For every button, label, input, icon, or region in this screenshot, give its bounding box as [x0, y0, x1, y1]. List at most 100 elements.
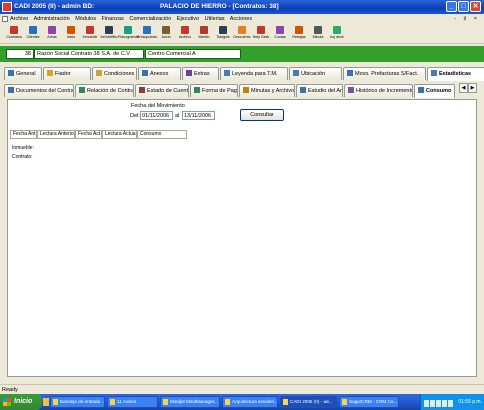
app-window-icon	[163, 399, 168, 405]
tray-antivirus-icon[interactable]	[436, 400, 441, 407]
tab-documentos-del-contrato[interactable]: Documentos del Contrato	[4, 84, 74, 97]
tray-network-icon[interactable]	[430, 400, 435, 407]
column-fecha-ant[interactable]: Fecha Ant.	[10, 130, 37, 139]
menu-modulos[interactable]: Módulos	[75, 16, 96, 22]
toolbar-button-3[interactable]: Inicio	[61, 25, 81, 43]
tab-condiciones[interactable]: Condiciones	[92, 67, 137, 80]
tab-hist-rico-de-incrementos[interactable]: Histórico de Incrementos	[344, 84, 413, 97]
tab-label: Fiador	[55, 71, 71, 77]
app-window-icon	[53, 399, 58, 405]
menu-acciones[interactable]: Acciones	[230, 16, 252, 22]
toolbar-button-17[interactable]: hoj deck	[327, 25, 347, 43]
tab-extras[interactable]: Extras	[182, 67, 219, 80]
toolbar-button-9[interactable]: Archivo	[175, 25, 195, 43]
toolbar-button-5[interactable]: InmobMtto	[99, 25, 119, 43]
app-icon[interactable]	[2, 2, 12, 12]
tab-leyenda-para-t-m[interactable]: Leyenda para T.M.	[220, 67, 288, 80]
close-button[interactable]: ✕	[470, 1, 481, 12]
toolbar-button-8[interactable]: Juicio	[156, 25, 176, 43]
filter-title: Fecha del Movimiento	[131, 103, 185, 109]
tab-estad-sticas[interactable]: Estadísticas	[427, 67, 484, 81]
start-button[interactable]: Inicio	[0, 394, 42, 410]
taskbar-item-4[interactable]: CADI 2005 (II) - ad...	[280, 396, 337, 408]
toolbar-button-13[interactable]: Help Desk	[251, 25, 271, 43]
stats-icon	[431, 70, 437, 76]
contract-number-field[interactable]: 38	[6, 49, 34, 59]
menu-archivo[interactable]: Archivo	[10, 16, 28, 22]
legend-icon	[224, 70, 230, 76]
column-lectura-actual[interactable]: Lectura Actual	[102, 130, 137, 139]
taskbar-item-label: CADI 2005 (II) - ad...	[290, 399, 333, 404]
taskbar-item-3[interactable]: Arquitectura sesaleri...	[222, 396, 278, 408]
to-date-input[interactable]	[182, 111, 215, 120]
tray-update-icon[interactable]	[448, 400, 453, 407]
minimize-button[interactable]: _	[446, 1, 457, 12]
menu-ejecutivo[interactable]: Ejecutivo	[177, 16, 199, 22]
mdi-window-controls[interactable]: - ♯ ×	[454, 14, 480, 24]
taskbar-item-1[interactable]: 11 Avisos	[107, 396, 158, 408]
app-window-icon	[225, 399, 230, 405]
tab-label: Extras	[194, 71, 210, 77]
quick-launch-icon[interactable]	[43, 398, 49, 406]
tray-messenger-icon[interactable]	[442, 400, 447, 407]
tab-general[interactable]: General	[4, 67, 42, 80]
toolbar-button-12[interactable]: Descuento	[232, 25, 252, 43]
discount-icon	[238, 26, 246, 34]
toolbar-button-7[interactable]: Presupuesto	[137, 25, 157, 43]
tab-minutas-y-archivos[interactable]: Minutas y Archivos	[239, 84, 295, 97]
general-icon	[8, 70, 14, 76]
menu-comercializacion[interactable]: Comercialización	[129, 16, 171, 22]
tray-volume-icon[interactable]	[424, 400, 429, 407]
help-icon	[257, 26, 265, 34]
grid-body[interactable]: Inmueble: Contrato:	[10, 139, 476, 375]
from-date-input[interactable]	[140, 111, 173, 120]
tab-estado-de-cuenta[interactable]: Estado de Cuenta	[135, 84, 189, 97]
toolbar-button-label: Mantto	[198, 35, 210, 39]
tab-ubicaci-n[interactable]: Ubicación	[289, 67, 342, 80]
column-consumo[interactable]: Consumo	[137, 130, 187, 139]
toolbar-button-label: Inmueble	[82, 35, 98, 39]
toolbar-button-10[interactable]: Mantto	[194, 25, 214, 43]
menu-administracion[interactable]: Administración	[34, 16, 70, 22]
toolbar-button-16[interactable]: Minuta	[308, 25, 328, 43]
app-window-icon	[283, 399, 288, 405]
tab-relaci-n-de-contratos[interactable]: Relación de Contratos	[75, 84, 134, 97]
toolbar-button-14[interactable]: Cuotas	[270, 25, 290, 43]
toolbar-button-2[interactable]: Areas	[42, 25, 62, 43]
toolbar-button-0[interactable]: Contratos	[4, 25, 24, 43]
menu-utilerias[interactable]: Utilerias	[205, 16, 225, 22]
taskbar-item-2[interactable]: Mindjet MindManager...	[160, 396, 220, 408]
toolbar-button-15[interactable]: Rebajas	[289, 25, 309, 43]
toolbar-button-1[interactable]: Clientes	[23, 25, 43, 43]
centro-comercial-field[interactable]: Centro Comercial A	[145, 49, 241, 59]
toolbar-button-11[interactable]: Tianguis	[213, 25, 233, 43]
menu-finanzas[interactable]: Finanzas	[102, 16, 124, 22]
taskbar-item-0[interactable]: Bandeja de entrada -...	[50, 396, 105, 408]
account-statement-icon	[139, 87, 145, 93]
window-document-title: PALACIO DE HIERRO - [Contratos: 38]	[160, 3, 279, 10]
maximize-button[interactable]: □	[458, 1, 469, 12]
taskbar-item-5[interactable]: SugarCRM - CRM Co...	[339, 396, 399, 408]
tab-estudio-del-area[interactable]: Estudio del Area	[296, 84, 343, 97]
tab-label: Condiciones	[104, 71, 135, 77]
toolbar-button-label: Areas	[47, 35, 57, 39]
column-lectura-anterior[interactable]: Lectura Anterior	[37, 130, 75, 139]
clock[interactable]: 01:55 p.m.	[458, 394, 482, 410]
tab-movs-prefacturas-s-fact[interactable]: Movs. Prefacturas S/Fact.	[343, 67, 426, 80]
maintenance-icon	[105, 26, 113, 34]
title-bar: CADI 2005 (II) - admin BD: PALACIO DE HI…	[0, 0, 484, 14]
document-icon[interactable]	[2, 16, 8, 22]
windows-logo-icon	[3, 398, 11, 406]
consultar-button[interactable]: Consultar	[240, 109, 284, 121]
tab-fiador[interactable]: Fiador	[43, 67, 91, 80]
column-fecha-act[interactable]: Fecha Act.	[75, 130, 102, 139]
tab-scroll-right-button[interactable]: ▶	[468, 83, 477, 93]
tab-forma-de-pago[interactable]: Forma de Pago	[190, 84, 238, 97]
tab-scroll-left-button[interactable]: ◀	[459, 83, 468, 93]
tab-consumo[interactable]: Consumo	[414, 84, 455, 98]
toolbar-button-label: Inicio	[66, 35, 76, 39]
toolbar-button-4[interactable]: Inmueble	[80, 25, 100, 43]
tab-anexos[interactable]: Anexos	[138, 67, 181, 80]
toolbar-button-6[interactable]: Planogramas	[118, 25, 139, 43]
razon-social-field[interactable]: Razon Social Contrato 38 S.A. de C.V.	[34, 49, 144, 59]
